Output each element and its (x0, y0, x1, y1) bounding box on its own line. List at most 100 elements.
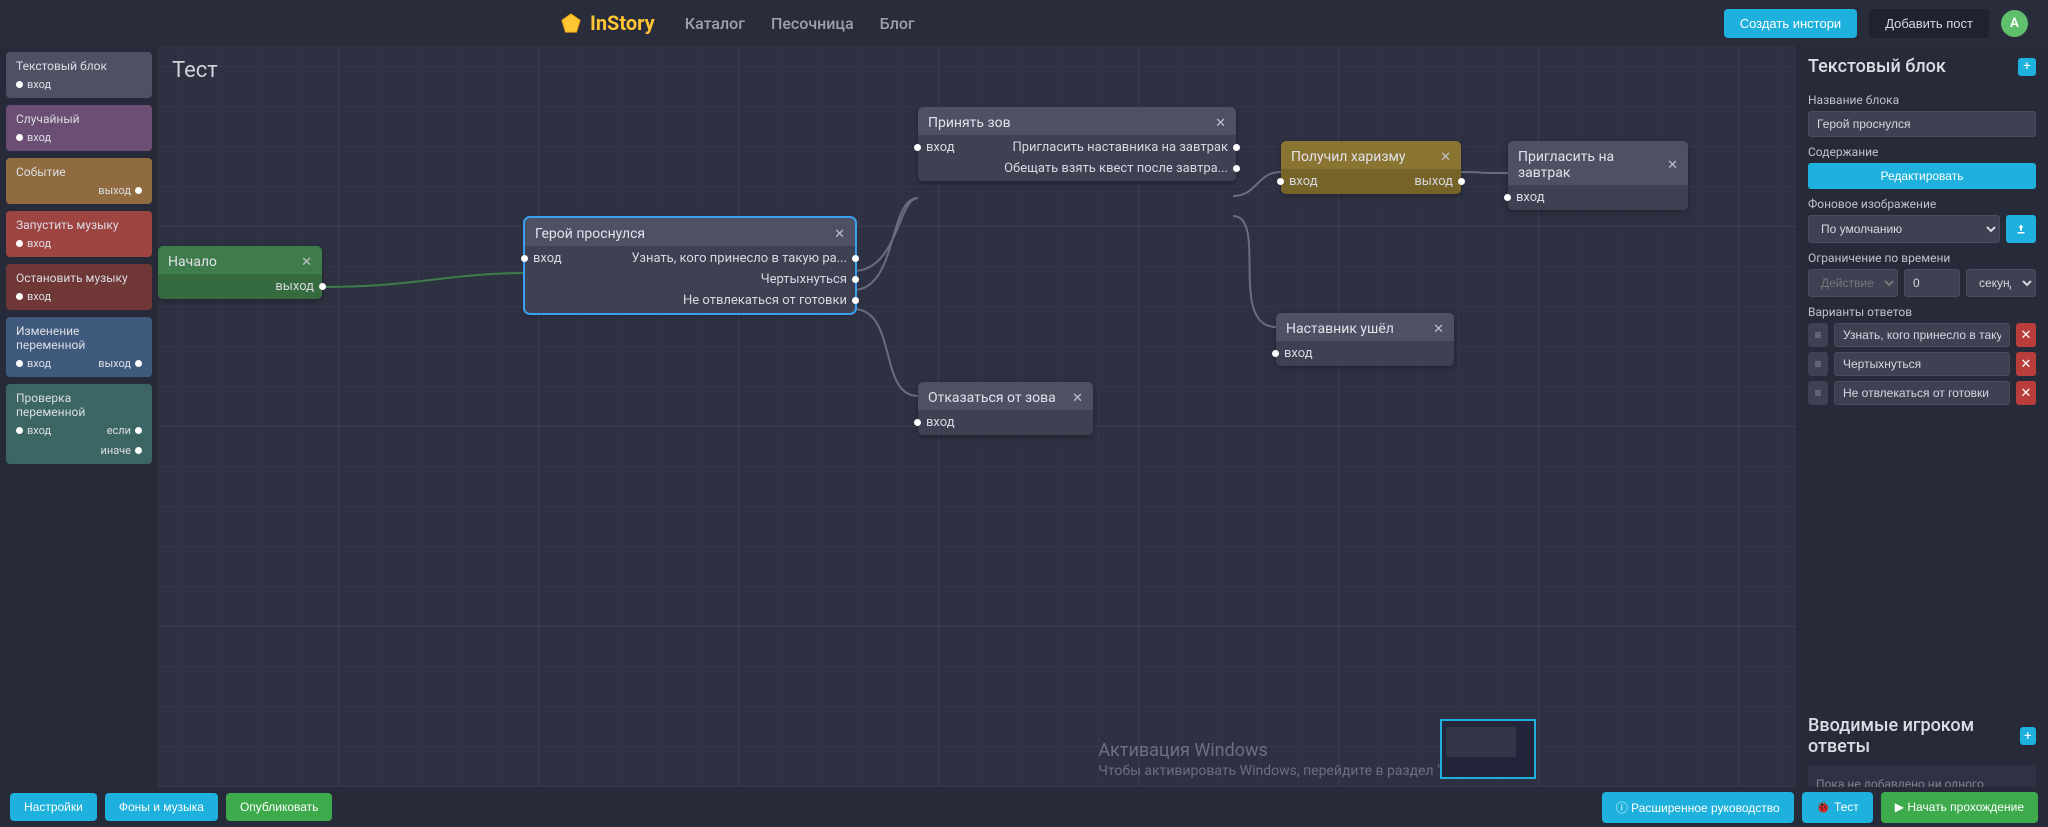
port-dot-out[interactable] (1233, 144, 1240, 151)
close-icon[interactable]: ✕ (1433, 322, 1444, 337)
label-content: Содержание (1808, 145, 2036, 159)
test-button[interactable]: 🐞 Тест (1802, 792, 1873, 823)
settings-button[interactable]: Настройки (10, 793, 97, 821)
bg-select[interactable]: По умолчанию (1808, 215, 2000, 243)
add-player-input-button[interactable]: + (2020, 727, 2036, 745)
inspector-panel: Текстовый блок + Название блока Содержан… (1796, 46, 2048, 827)
bg-music-button[interactable]: Фоны и музыка (105, 793, 218, 821)
node-refuse-call[interactable]: Отказаться от зова ✕ вход (918, 382, 1093, 435)
port-dot-out[interactable] (319, 283, 326, 290)
minimap-viewport (1446, 727, 1516, 757)
nav-catalog[interactable]: Каталог (685, 14, 745, 33)
node-title: Наставник ушёл (1286, 321, 1394, 337)
port-dot-in[interactable] (521, 255, 528, 262)
time-action-select[interactable]: Действие (1808, 269, 1898, 297)
avatar[interactable]: A (2001, 10, 2028, 37)
label-answers: Варианты ответов (1808, 305, 2036, 319)
label-bg: Фоновое изображение (1808, 197, 2036, 211)
port-dot-in[interactable] (1277, 178, 1284, 185)
port-in: вход (16, 237, 51, 250)
palette-block-title: Остановить музыку (6, 264, 152, 290)
port-dot-out[interactable] (852, 276, 859, 283)
palette-block-3[interactable]: Запустить музыкувход (6, 211, 152, 257)
delete-answer-button[interactable]: ✕ (2016, 381, 2036, 405)
palette-block-0[interactable]: Текстовый блоквход (6, 52, 152, 98)
palette-block-title: Событие (6, 158, 152, 184)
palette-block-6[interactable]: Проверка переменнойвходеслииначе (6, 384, 152, 464)
nav-links: Каталог Песочница Блог (685, 14, 915, 33)
time-value-input[interactable] (1904, 269, 1960, 297)
close-icon[interactable]: ✕ (1215, 116, 1226, 131)
answer-input[interactable] (1834, 323, 2010, 347)
block-name-input[interactable] (1808, 111, 2036, 137)
guide-button[interactable]: ⓘ Расширенное руководство (1602, 792, 1794, 823)
top-nav: InStory Каталог Песочница Блог Создать и… (0, 0, 2048, 46)
node-accept-call[interactable]: Принять зов ✕ входПригласить наставника … (918, 107, 1236, 181)
palette-block-title: Проверка переменной (6, 384, 152, 424)
node-charisma[interactable]: Получил харизму ✕ входвыход (1281, 141, 1461, 194)
logo[interactable]: InStory (560, 11, 655, 35)
answer-input[interactable] (1834, 381, 2010, 405)
brand-name: InStory (590, 11, 655, 35)
palette-block-5[interactable]: Изменение переменнойвходвыход (6, 317, 152, 377)
port-dot-out[interactable] (852, 297, 859, 304)
add-post-button[interactable]: Добавить пост (1869, 9, 1989, 38)
row-text: Пригласить наставника на завтрак (1012, 140, 1228, 155)
close-icon[interactable]: ✕ (1072, 391, 1083, 406)
edit-content-button[interactable]: Редактировать (1808, 163, 2036, 189)
port-out: выход (98, 184, 142, 197)
canvas-title: Тест (172, 58, 218, 83)
row-text: Чертыхнуться (761, 272, 847, 287)
minimap[interactable] (1440, 719, 1536, 779)
palette-block-4[interactable]: Остановить музыкувход (6, 264, 152, 310)
label-time: Ограничение по времени (1808, 251, 2036, 265)
node-start[interactable]: Начало ✕ выход (158, 246, 322, 299)
port-in: вход (926, 415, 955, 430)
palette-block-1[interactable]: Случайныйвход (6, 105, 152, 151)
delete-answer-button[interactable]: ✕ (2016, 352, 2036, 376)
palette-block-title: Текстовый блок (6, 52, 152, 78)
node-title: Герой проснулся (535, 226, 645, 242)
close-icon[interactable]: ✕ (1440, 150, 1451, 165)
port-dot-in[interactable] (914, 419, 921, 426)
port-dot-in[interactable] (1504, 194, 1511, 201)
player-inputs-title: Вводимые игроком ответы (1808, 715, 2020, 757)
palette-block-2[interactable]: Событиевыход (6, 158, 152, 204)
port-dot-out[interactable] (1233, 165, 1240, 172)
port-dot-out[interactable] (852, 255, 859, 262)
close-icon[interactable]: ✕ (1667, 158, 1678, 173)
port-in: вход (1516, 190, 1545, 205)
drag-handle-icon[interactable]: ≡ (1808, 323, 1828, 347)
add-button[interactable]: + (2018, 58, 2036, 76)
nav-blog[interactable]: Блог (880, 14, 915, 33)
port-dot-in[interactable] (1272, 350, 1279, 357)
node-hero[interactable]: Герой проснулся ✕ входУзнать, кого прине… (525, 218, 855, 313)
port-dot-out[interactable] (1458, 178, 1465, 185)
nav-sandbox[interactable]: Песочница (771, 14, 854, 33)
bug-icon: 🐞 (1816, 800, 1834, 814)
close-icon[interactable]: ✕ (834, 227, 845, 242)
play-icon: ▶ (1895, 800, 1908, 814)
port-out: если (107, 424, 142, 437)
canvas[interactable]: Тест Начало ✕ выход Герой проснулся ✕ (158, 46, 1796, 827)
node-title: Принять зов (928, 115, 1011, 131)
node-mentor-left[interactable]: Наставник ушёл ✕ вход (1276, 313, 1454, 366)
port-in: вход (16, 357, 51, 370)
port-out: выход (275, 279, 314, 294)
close-icon[interactable]: ✕ (301, 255, 312, 270)
answer-input[interactable] (1834, 352, 2010, 376)
drag-handle-icon[interactable]: ≡ (1808, 352, 1828, 376)
play-button[interactable]: ▶ Начать прохождение (1881, 792, 2038, 823)
palette-block-title: Изменение переменной (6, 317, 152, 357)
time-unit-select[interactable]: секунд (1966, 269, 2036, 297)
port-dot-in[interactable] (914, 144, 921, 151)
delete-answer-button[interactable]: ✕ (2016, 323, 2036, 347)
node-invite[interactable]: Пригласить на завтрак ✕ вход (1508, 141, 1688, 210)
port-in: вход (16, 78, 51, 91)
port-in: вход (1289, 174, 1318, 189)
create-story-button[interactable]: Создать инстори (1724, 9, 1858, 38)
publish-button[interactable]: Опубликовать (226, 793, 332, 821)
upload-icon[interactable] (2006, 215, 2036, 243)
bottom-bar: Настройки Фоны и музыка Опубликовать ⓘ Р… (0, 787, 2048, 827)
drag-handle-icon[interactable]: ≡ (1808, 381, 1828, 405)
